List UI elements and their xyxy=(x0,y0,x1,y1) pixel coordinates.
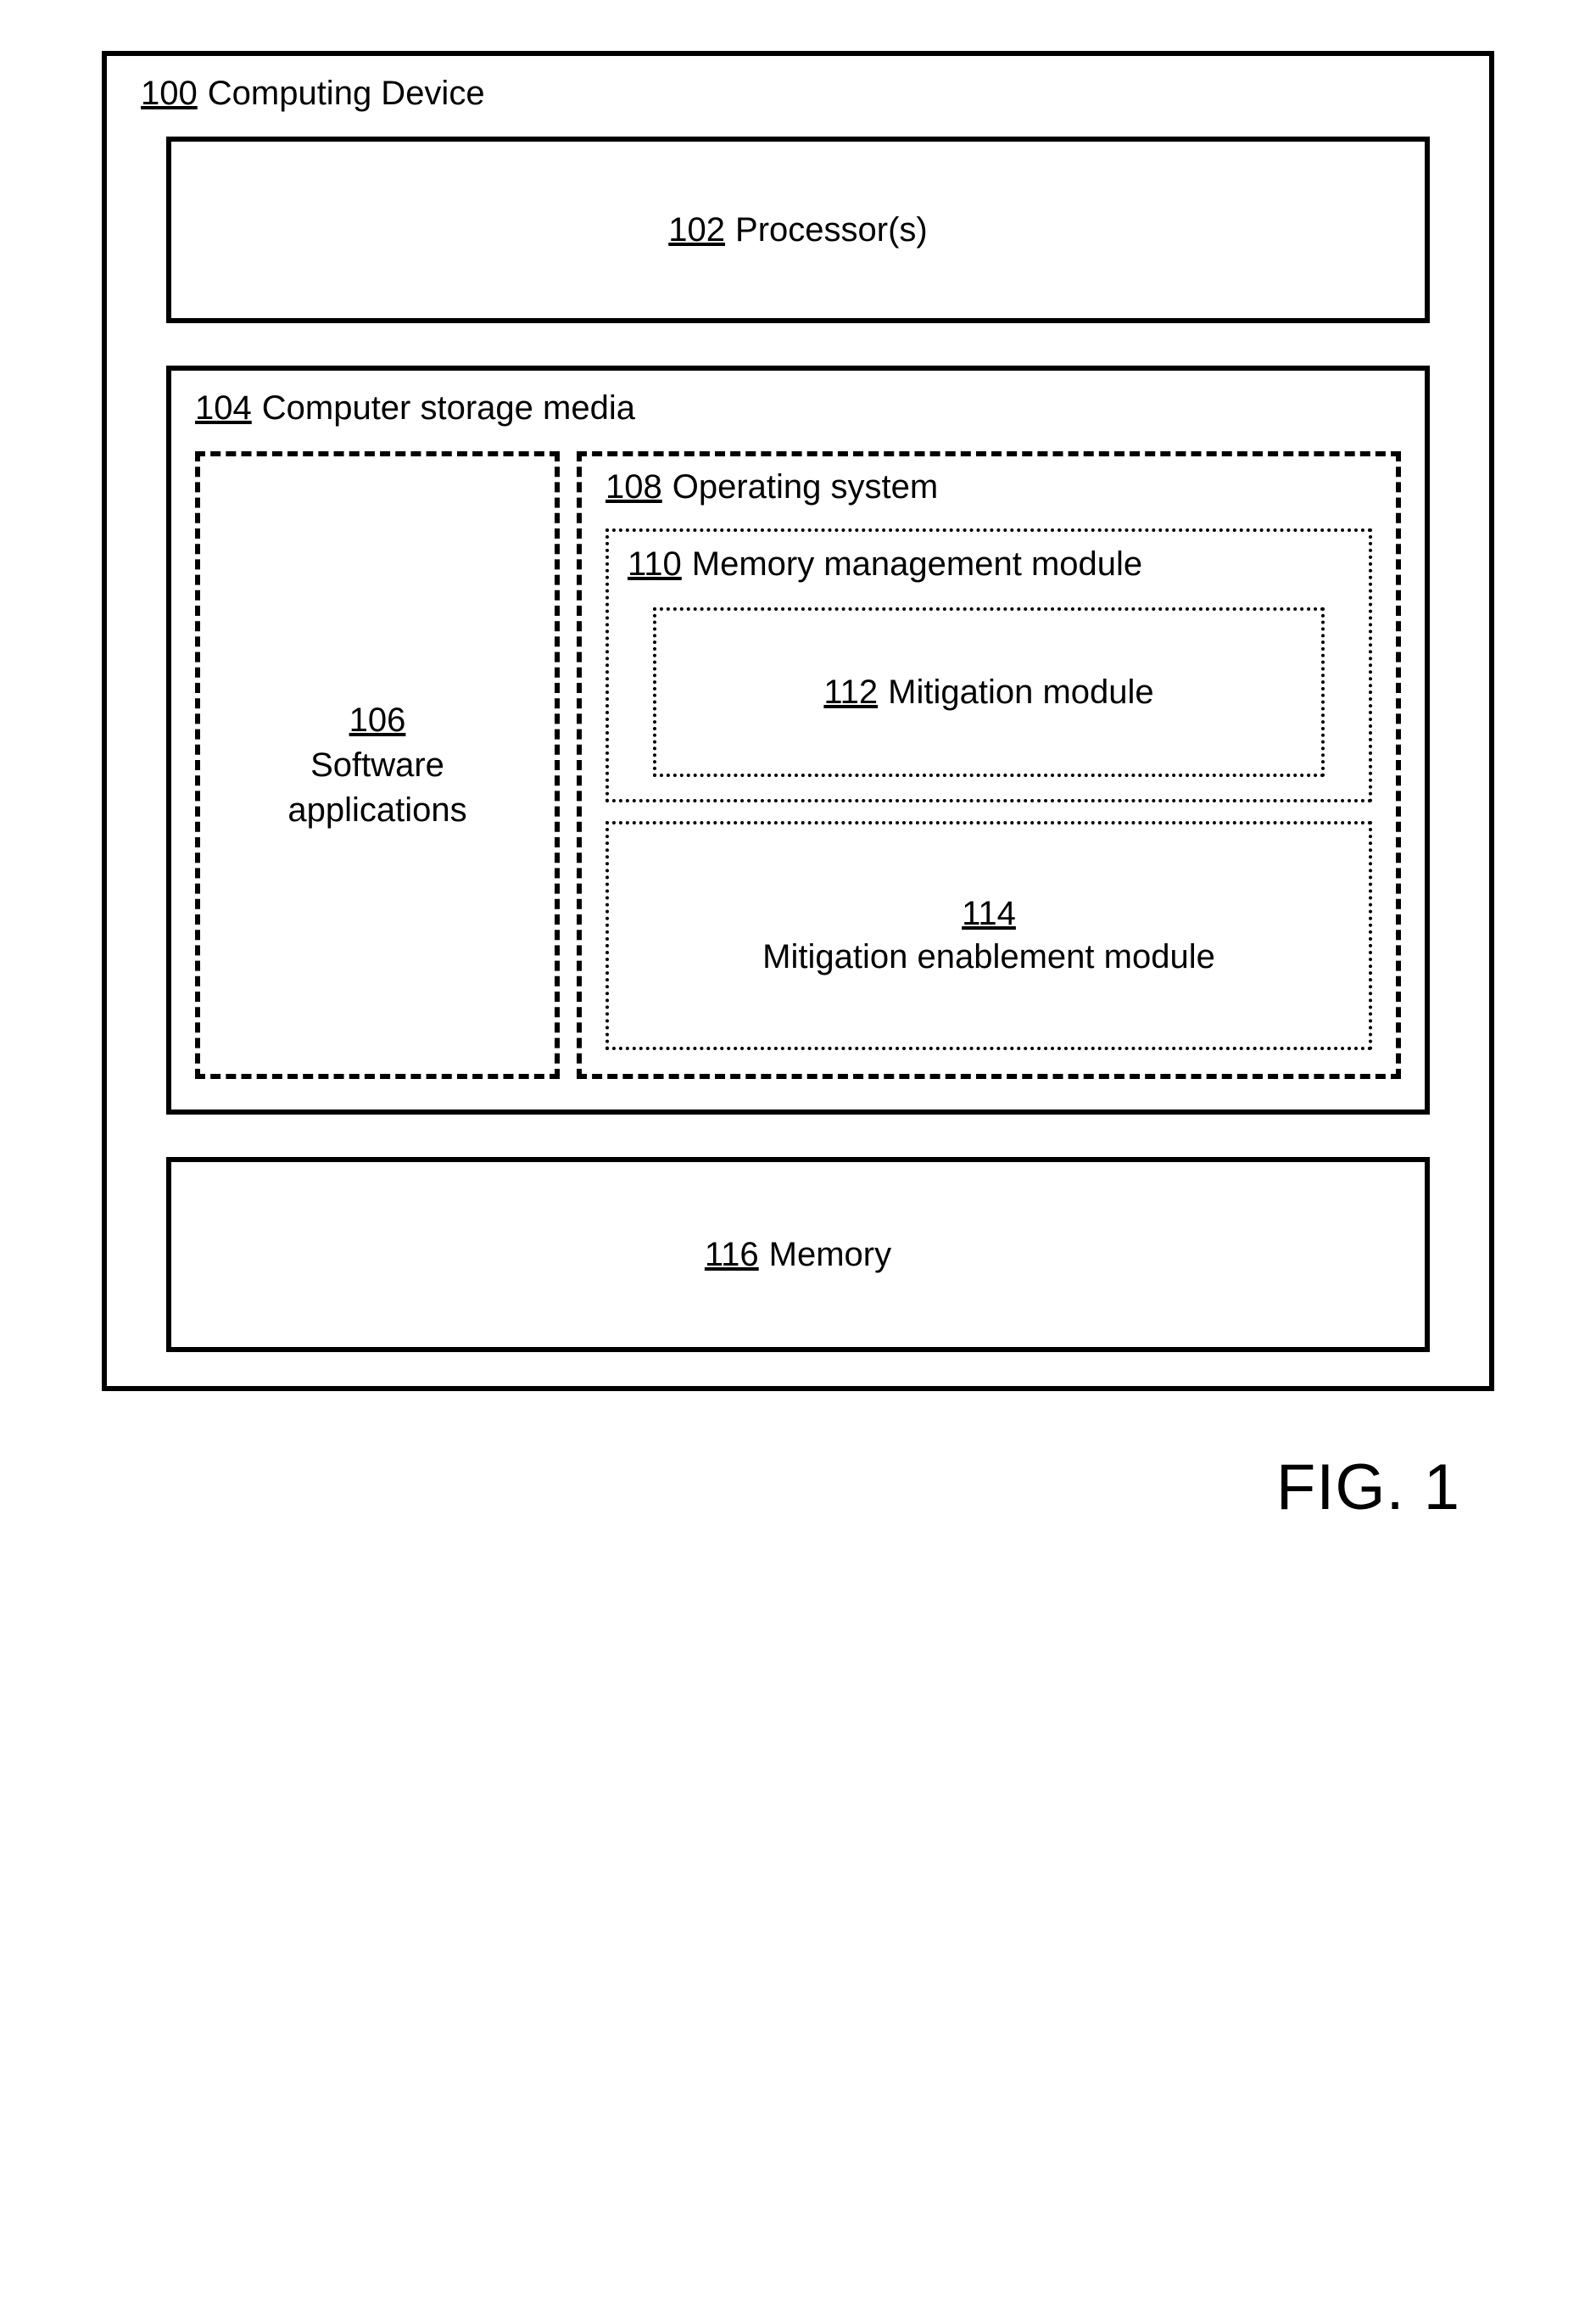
mitigation-module-box: 112 Mitigation module xyxy=(653,607,1325,777)
label-software-2: applications xyxy=(287,791,466,830)
ref-116: 116 xyxy=(705,1236,759,1274)
software-box: 106 Software applications xyxy=(195,451,560,1079)
ref-102: 102 xyxy=(668,211,725,249)
mitigation-enablement-box: 114 Mitigation enablement module xyxy=(605,821,1372,1050)
computing-device-box: 100 Computing Device 102 Processor(s) 10… xyxy=(102,51,1494,1391)
computing-device-label: 100 Computing Device xyxy=(141,75,1455,113)
label-os: Operating system xyxy=(672,468,938,506)
ref-114: 114 xyxy=(962,895,1016,933)
label-mitigation-module: Mitigation module xyxy=(888,674,1154,712)
ref-100: 100 xyxy=(141,75,198,113)
ref-108: 108 xyxy=(605,468,662,506)
memory-mgmt-box: 110 Memory management module 112 Mitigat… xyxy=(605,528,1372,802)
ref-104: 104 xyxy=(195,389,252,428)
label-memory: Memory xyxy=(769,1236,891,1274)
storage-label: 104 Computer storage media xyxy=(195,389,1401,428)
ref-112: 112 xyxy=(823,674,878,712)
label-storage: Computer storage media xyxy=(262,389,635,428)
os-box: 108 Operating system 110 Memory manageme… xyxy=(577,451,1401,1079)
figure-number: 1 xyxy=(1424,1451,1460,1523)
storage-body: 106 Software applications 108 Operating … xyxy=(195,451,1401,1079)
figure-caption: FIG. 1 xyxy=(102,1450,1494,1524)
ref-110: 110 xyxy=(628,545,682,584)
label-processor: Processor(s) xyxy=(735,211,928,249)
label-software-1: Software xyxy=(310,746,444,785)
ref-106: 106 xyxy=(349,701,406,740)
figure-prefix: FIG. xyxy=(1276,1451,1405,1523)
label-computing-device: Computing Device xyxy=(208,75,485,113)
memory-box: 116 Memory xyxy=(166,1157,1430,1352)
label-mitigation-enablement: Mitigation enablement module xyxy=(762,938,1215,976)
storage-box: 104 Computer storage media 106 Software … xyxy=(166,366,1430,1115)
os-label: 108 Operating system xyxy=(605,468,1372,506)
memory-mgmt-label: 110 Memory management module xyxy=(628,545,1350,584)
label-memory-mgmt: Memory management module xyxy=(692,545,1142,584)
processor-box: 102 Processor(s) xyxy=(166,137,1430,323)
